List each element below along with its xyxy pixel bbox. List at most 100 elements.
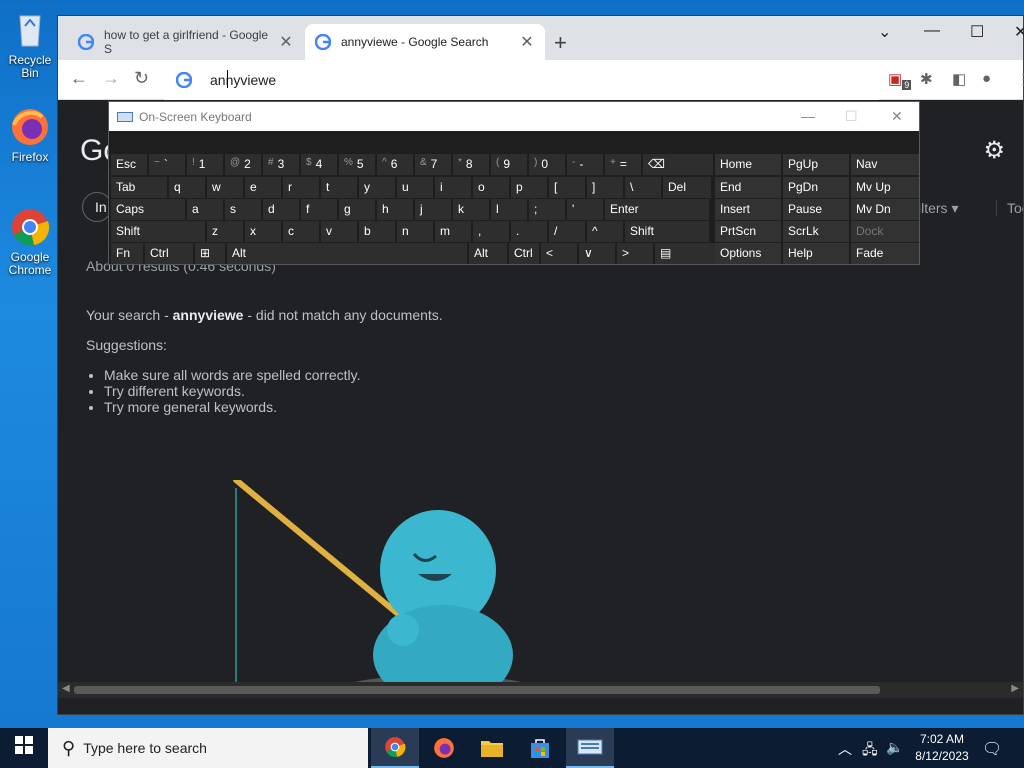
osk-key[interactable]: v xyxy=(321,221,357,242)
osk-key[interactable]: y xyxy=(359,177,395,198)
osk-key[interactable]: ⊞ xyxy=(195,243,225,264)
osk-key[interactable]: Alt xyxy=(227,243,467,264)
start-button[interactable] xyxy=(0,728,48,768)
osk-key[interactable]: Tab xyxy=(111,177,167,198)
osk-key[interactable]: + = xyxy=(605,154,641,175)
osk-key[interactable]: ▤ xyxy=(655,243,715,264)
osk-key[interactable]: ~ ` xyxy=(149,154,185,175)
side-panel-icon[interactable]: ◧ xyxy=(952,70,966,88)
back-button[interactable]: ← xyxy=(70,68,88,89)
osk-key[interactable]: ' xyxy=(567,199,603,220)
osk-key[interactable]: Ctrl xyxy=(509,243,539,264)
scroll-right-icon[interactable]: ▶ xyxy=(1011,683,1019,694)
notification-icon[interactable]: 🗨 xyxy=(982,739,1002,759)
tab-annyviewe-search[interactable]: annyviewe - Google Search ✕ xyxy=(305,24,545,60)
address-bar[interactable]: annyviewe xyxy=(164,60,879,100)
tab-girlfriend-search[interactable]: how to get a girlfriend - Google S ✕ xyxy=(68,24,304,60)
reload-button[interactable]: ↻ xyxy=(134,68,149,89)
close-tab-icon[interactable]: ✕ xyxy=(519,32,535,52)
settings-gear-icon[interactable]: ⚙ xyxy=(983,136,1005,165)
tools-button[interactable]: Tool xyxy=(996,200,1023,216)
osk-key[interactable]: Fn xyxy=(111,243,143,264)
osk-key[interactable]: PgUp xyxy=(783,154,849,175)
osk-key[interactable]: ) 0 xyxy=(529,154,565,175)
taskbar-on-screen-keyboard[interactable] xyxy=(566,728,614,768)
osk-key[interactable]: p xyxy=(511,177,547,198)
osk-key[interactable]: d xyxy=(263,199,299,220)
osk-key[interactable]: < xyxy=(541,243,577,264)
taskbar-search-box[interactable]: ⚲ Type here to search xyxy=(48,728,368,768)
close-button[interactable]: ✕ xyxy=(891,108,903,125)
osk-key[interactable]: j xyxy=(415,199,451,220)
osk-key[interactable]: h xyxy=(377,199,413,220)
osk-key[interactable]: l xyxy=(491,199,527,220)
profile-avatar-icon[interactable]: ● xyxy=(982,70,991,87)
minimize-button[interactable]: — xyxy=(801,108,815,124)
taskbar-chrome[interactable] xyxy=(371,728,419,768)
forward-button[interactable]: → xyxy=(102,68,120,89)
minimize-button[interactable]: — xyxy=(924,22,940,40)
osk-key[interactable]: k xyxy=(453,199,489,220)
desktop-icon-recycle-bin[interactable]: Recycle Bin xyxy=(0,8,60,80)
osk-key[interactable]: \ xyxy=(625,177,661,198)
osk-key[interactable]: ⌫ xyxy=(643,154,713,175)
osk-key[interactable]: @2 xyxy=(225,154,261,175)
osk-key[interactable]: Caps xyxy=(111,199,185,220)
osk-key[interactable]: r xyxy=(283,177,319,198)
menu-kebab-icon[interactable]: ⋮ xyxy=(1016,70,1024,88)
osk-key[interactable]: Alt xyxy=(469,243,507,264)
osk-key[interactable]: Esc xyxy=(111,154,147,175)
osk-key[interactable]: Mv Dn xyxy=(851,199,919,220)
osk-key[interactable]: s xyxy=(225,199,261,220)
osk-key[interactable]: / xyxy=(549,221,585,242)
scrollbar-thumb[interactable] xyxy=(74,686,880,694)
osk-key[interactable]: Pause xyxy=(783,199,849,220)
osk-key[interactable]: Shift xyxy=(625,221,709,242)
osk-key[interactable]: > xyxy=(617,243,653,264)
extensions-puzzle-icon[interactable]: ✱ xyxy=(920,70,933,88)
osk-key[interactable]: Insert xyxy=(715,199,781,220)
volume-icon[interactable]: 🔈 xyxy=(886,739,903,756)
osk-key[interactable]: n xyxy=(397,221,433,242)
osk-key[interactable]: m xyxy=(435,221,471,242)
network-icon[interactable]: 🖧 xyxy=(862,739,878,763)
filters-dropdown[interactable]: ilters ▾ xyxy=(918,200,958,217)
osk-key[interactable]: Ctrl xyxy=(145,243,193,264)
osk-key[interactable]: Del xyxy=(663,177,711,198)
osk-key[interactable]: (9 xyxy=(491,154,527,175)
osk-key[interactable]: * 8 xyxy=(453,154,489,175)
desktop-icon-chrome[interactable]: Google Chrome xyxy=(0,205,60,277)
osk-key[interactable]: Home xyxy=(715,154,781,175)
osk-key[interactable]: [ xyxy=(549,177,585,198)
scroll-left-icon[interactable]: ◀ xyxy=(62,683,70,694)
osk-key[interactable]: z xyxy=(207,221,243,242)
osk-key[interactable]: ∨ xyxy=(579,243,615,264)
desktop-icon-firefox[interactable]: Firefox xyxy=(0,105,60,164)
osk-key[interactable]: Nav xyxy=(851,154,919,175)
osk-key[interactable]: ! 1 xyxy=(187,154,223,175)
show-hidden-icons-chevron[interactable]: ︿ xyxy=(838,739,852,759)
osk-key[interactable]: o xyxy=(473,177,509,198)
osk-key[interactable]: w xyxy=(207,177,243,198)
clock[interactable]: 7:02 AM 8/12/2023 xyxy=(910,731,974,765)
osk-key[interactable]: a xyxy=(187,199,223,220)
osk-key[interactable]: c xyxy=(283,221,319,242)
osk-key[interactable]: g xyxy=(339,199,375,220)
osk-key[interactable]: PgDn xyxy=(783,177,849,198)
osk-key[interactable]: Help xyxy=(783,243,849,264)
maximize-button[interactable]: ☐ xyxy=(845,108,858,125)
osk-key[interactable]: i xyxy=(435,177,471,198)
osk-key[interactable]: b xyxy=(359,221,395,242)
taskbar-store[interactable] xyxy=(516,728,564,768)
osk-key[interactable]: Shift xyxy=(111,221,205,242)
osk-key[interactable]: End xyxy=(715,177,781,198)
osk-key[interactable]: PrtScn xyxy=(715,221,781,242)
osk-key[interactable]: . xyxy=(511,221,547,242)
osk-key[interactable]: f xyxy=(301,199,337,220)
osk-key[interactable]: ScrLk xyxy=(783,221,849,242)
osk-key[interactable]: Enter xyxy=(605,199,709,220)
osk-key[interactable]: ^ xyxy=(587,221,623,242)
osk-key[interactable]: e xyxy=(245,177,281,198)
osk-key[interactable]: ^ 6 xyxy=(377,154,413,175)
new-tab-button[interactable]: + xyxy=(554,30,567,56)
